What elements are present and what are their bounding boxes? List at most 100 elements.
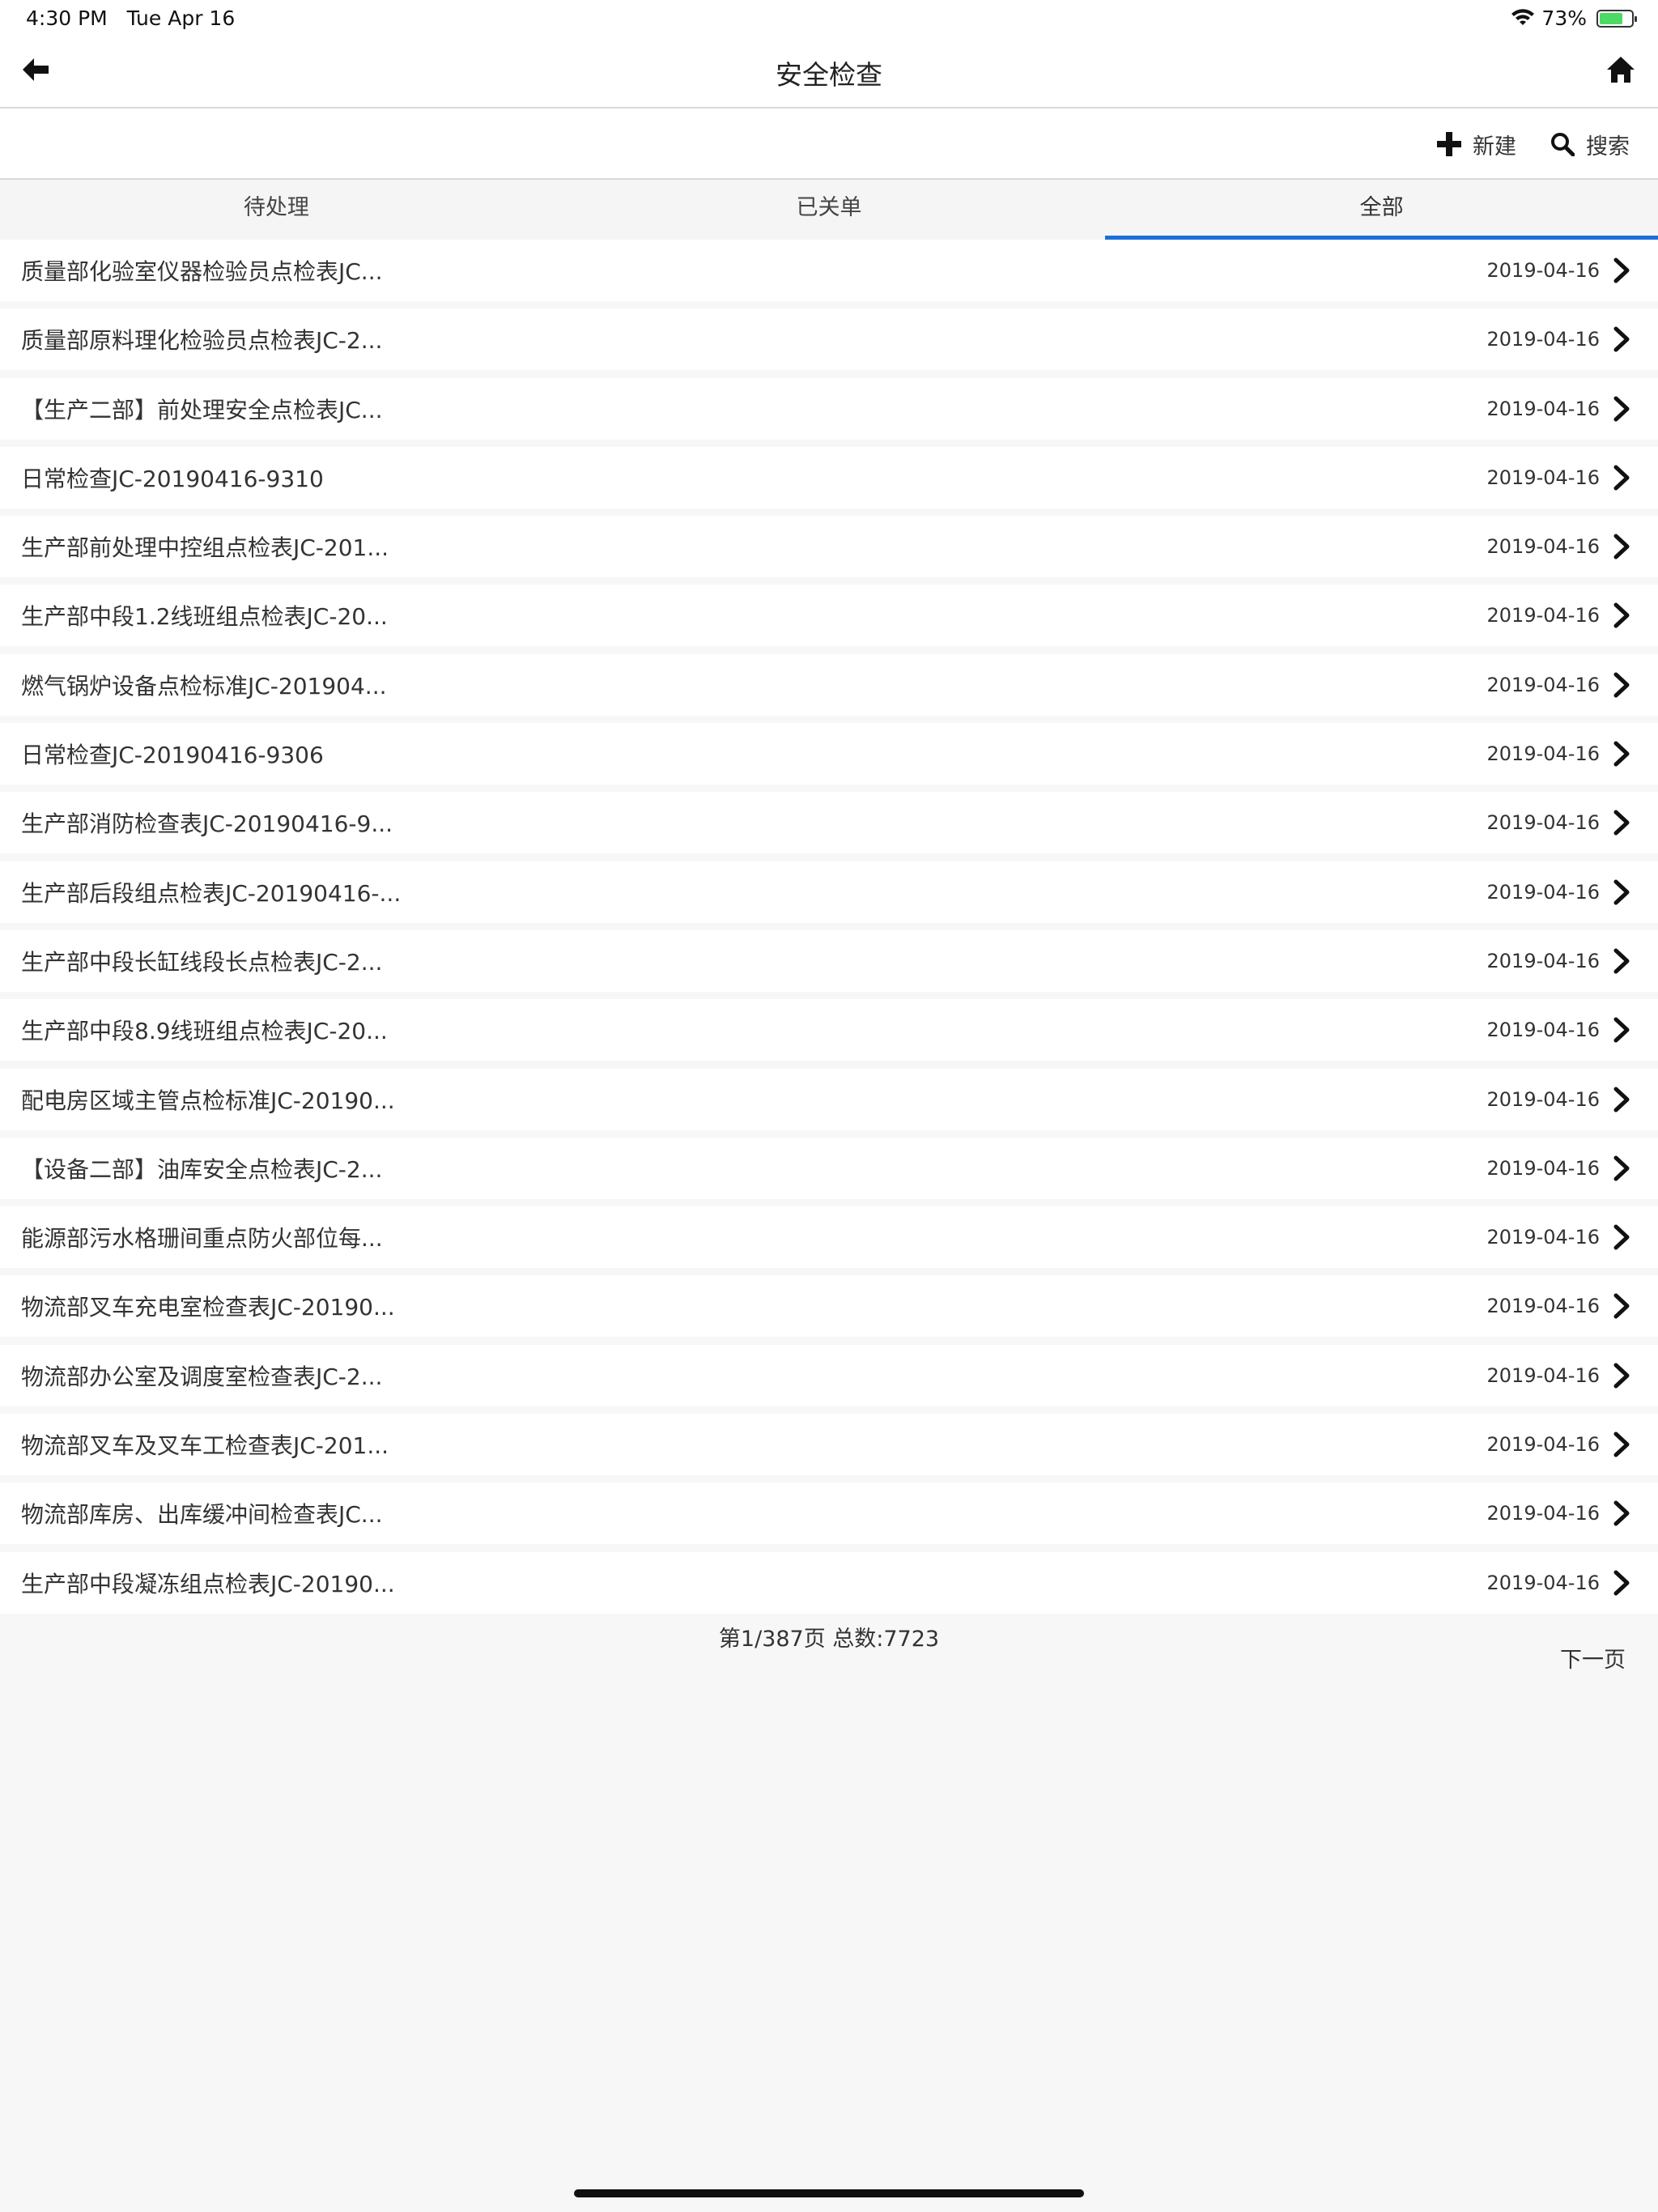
chevron-right-icon <box>1613 465 1630 491</box>
chevron-right-icon <box>1613 1017 1630 1043</box>
list-item-title: 燃气锅炉设备点检标准JC-201904... <box>21 672 387 700</box>
chevron-right-icon <box>1613 672 1630 698</box>
chevron-right-icon <box>1613 879 1630 905</box>
chevron-right-icon <box>1613 1293 1630 1319</box>
status-time-text: 4:30 PM <box>26 6 108 30</box>
list-item-title: 生产部中段凝冻组点检表JC-20190... <box>21 1570 395 1597</box>
list-item-date: 2019-04-16 <box>1486 1571 1600 1594</box>
list-item-title: 【生产二部】前处理安全点检表JC... <box>21 396 383 423</box>
list-item-title: 生产部中段1.2线班组点检表JC-20... <box>21 603 388 631</box>
search-button[interactable]: 搜索 <box>1550 126 1630 162</box>
list-item-date: 2019-04-16 <box>1486 880 1600 904</box>
chevron-right-icon <box>1613 948 1630 974</box>
list-item[interactable]: 日常检查JC-20190416-9306 2019-04-16 <box>0 723 1658 785</box>
list-item-title: 物流部办公室及调度室检查表JC-2... <box>21 1363 383 1390</box>
list-item[interactable]: 生产部中段长缸线段长点检表JC-2... 2019-04-16 <box>0 929 1658 992</box>
status-time: 4:30 PM Tue Apr 16 <box>26 6 235 30</box>
chevron-right-icon <box>1613 257 1630 283</box>
home-indicator <box>574 2189 1084 2197</box>
home-icon <box>1607 57 1635 83</box>
list-item-title: 日常检查JC-20190416-9310 <box>21 465 324 492</box>
list-item-title: 日常检查JC-20190416-9306 <box>21 742 324 769</box>
list-item-title: 物流部叉车及叉车工检查表JC-201... <box>21 1432 389 1460</box>
list-item-title: 生产部中段长缸线段长点检表JC-2... <box>21 948 383 976</box>
search-icon <box>1551 133 1575 156</box>
status-indicators: 73% <box>1511 6 1637 30</box>
list-item-date: 2019-04-16 <box>1486 328 1600 351</box>
list-item[interactable]: 【生产二部】前处理安全点检表JC... 2019-04-16 <box>0 377 1658 440</box>
list-item-title: 能源部污水格珊间重点防火部位每... <box>21 1225 383 1253</box>
chevron-right-icon <box>1613 1570 1630 1596</box>
battery-level <box>1600 12 1622 24</box>
list-item-date: 2019-04-16 <box>1486 742 1600 766</box>
list-item[interactable]: 能源部污水格珊间重点防火部位每... 2019-04-16 <box>0 1206 1658 1269</box>
list-item-title: 质量部原料理化检验员点检表JC-2... <box>21 327 383 355</box>
list-item[interactable]: 【设备二部】油库安全点检表JC-2... 2019-04-16 <box>0 1137 1658 1199</box>
list-item-title: 质量部化验室仪器检验员点检表JC... <box>21 258 383 285</box>
list-item[interactable]: 物流部叉车及叉车工检查表JC-201... 2019-04-16 <box>0 1414 1658 1476</box>
list-item[interactable]: 物流部叉车充电室检查表JC-20190... 2019-04-16 <box>0 1275 1658 1338</box>
chevron-right-icon <box>1613 1363 1630 1389</box>
list-item[interactable]: 生产部后段组点检表JC-20190416-... 2019-04-16 <box>0 861 1658 923</box>
pagination: 第1/387页 总数:7723 下一页 <box>0 1611 1658 1673</box>
list-item[interactable]: 质量部化验室仪器检验员点检表JC... 2019-04-16 <box>0 240 1658 301</box>
wifi-icon <box>1511 8 1535 25</box>
list-item-title: 生产部前处理中控组点检表JC-201... <box>21 534 389 562</box>
new-button[interactable]: 新建 <box>1437 126 1516 162</box>
list-item-title: 物流部叉车充电室检查表JC-20190... <box>21 1294 395 1321</box>
page-info: 第1/387页 总数:7723 <box>718 1627 940 1652</box>
battery-percent: 73% <box>1541 6 1587 30</box>
navigation-bar: 安全检查 <box>0 39 1658 108</box>
list-item-title: 生产部中段8.9线班组点检表JC-20... <box>21 1018 388 1045</box>
list-item-date: 2019-04-16 <box>1486 1295 1600 1318</box>
list-item-date: 2019-04-16 <box>1486 1019 1600 1042</box>
chevron-right-icon <box>1613 602 1630 628</box>
chevron-right-icon <box>1613 810 1630 836</box>
list-item-date: 2019-04-16 <box>1486 1226 1600 1249</box>
battery-icon <box>1596 9 1637 28</box>
next-page-button[interactable]: 下一页 <box>1560 1642 1626 1674</box>
list-item-date: 2019-04-16 <box>1486 259 1600 282</box>
list-item[interactable]: 生产部前处理中控组点检表JC-201... 2019-04-16 <box>0 516 1658 578</box>
search-button-label: 搜索 <box>1586 134 1630 160</box>
list-item-date: 2019-04-16 <box>1486 1087 1600 1111</box>
list-item[interactable]: 生产部消防检查表JC-20190416-9... 2019-04-16 <box>0 792 1658 854</box>
list-item[interactable]: 物流部库房、出库缓冲间检查表JC... 2019-04-16 <box>0 1482 1658 1545</box>
chevron-right-icon <box>1613 1431 1630 1457</box>
home-button[interactable] <box>1601 49 1642 89</box>
status-bar: 4:30 PM Tue Apr 16 73% <box>0 0 1658 39</box>
tab-pending[interactable]: 待处理 <box>0 180 553 240</box>
list-item-date: 2019-04-16 <box>1486 604 1600 627</box>
status-date-text: Tue Apr 16 <box>126 6 236 30</box>
list-item-title: 物流部库房、出库缓冲间检查表JC... <box>21 1501 383 1529</box>
list-item[interactable]: 生产部中段凝冻组点检表JC-20190... 2019-04-16 <box>0 1551 1658 1614</box>
new-button-label: 新建 <box>1473 134 1516 160</box>
list-item[interactable]: 燃气锅炉设备点检标准JC-201904... 2019-04-16 <box>0 653 1658 716</box>
list-item-date: 2019-04-16 <box>1486 1363 1600 1387</box>
list-item[interactable]: 生产部中段8.9线班组点检表JC-20... 2019-04-16 <box>0 999 1658 1061</box>
list-item-date: 2019-04-16 <box>1486 1433 1600 1457</box>
plus-icon <box>1437 132 1461 156</box>
list-item-date: 2019-04-16 <box>1486 811 1600 835</box>
chevron-right-icon <box>1613 326 1630 352</box>
list-item[interactable]: 生产部中段1.2线班组点检表JC-20... 2019-04-16 <box>0 585 1658 647</box>
chevron-right-icon <box>1613 534 1630 559</box>
list-item-date: 2019-04-16 <box>1486 535 1600 559</box>
chevron-right-icon <box>1613 1155 1630 1181</box>
list-item[interactable]: 质量部原料理化检验员点检表JC-2... 2019-04-16 <box>0 308 1658 371</box>
list-item-title: 配电房区域主管点检标准JC-20190... <box>21 1087 395 1114</box>
list-item-date: 2019-04-16 <box>1486 673 1600 696</box>
list-item[interactable]: 配电房区域主管点检标准JC-20190... 2019-04-16 <box>0 1068 1658 1130</box>
inspection-list: 质量部化验室仪器检验员点检表JC... 2019-04-16 质量部原料理化检验员点… <box>0 240 1658 1621</box>
chevron-right-icon <box>1613 396 1630 422</box>
action-toolbar: 新建 搜索 <box>0 108 1658 180</box>
tab-all[interactable]: 全部 <box>1105 180 1658 240</box>
tab-closed[interactable]: 已关单 <box>553 180 1106 240</box>
chevron-right-icon <box>1613 1500 1630 1526</box>
filter-tabs: 待处理 已关单 全部 <box>0 180 1658 240</box>
list-item-date: 2019-04-16 <box>1486 1502 1600 1525</box>
chevron-right-icon <box>1613 1224 1630 1250</box>
list-item[interactable]: 物流部办公室及调度室检查表JC-2... 2019-04-16 <box>0 1344 1658 1406</box>
list-item-title: 【设备二部】油库安全点检表JC-2... <box>21 1155 383 1183</box>
list-item[interactable]: 日常检查JC-20190416-9310 2019-04-16 <box>0 446 1658 508</box>
